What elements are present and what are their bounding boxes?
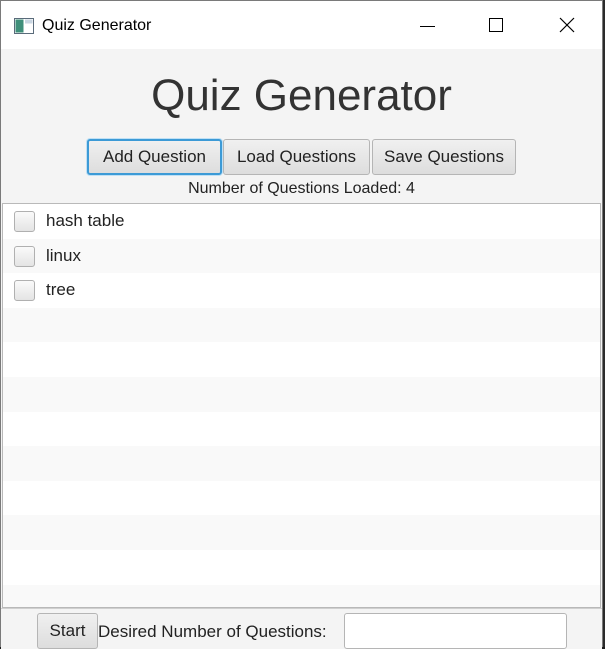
empty-list-row (3, 377, 600, 412)
empty-list-row (3, 342, 600, 377)
desired-questions-label: Desired Number of Questions: (98, 622, 327, 641)
minimize-icon (420, 26, 435, 27)
empty-list-row (3, 584, 600, 607)
topic-list[interactable]: hash table linux tree (2, 203, 601, 608)
list-item[interactable]: tree (3, 273, 600, 308)
topic-checkbox[interactable] (14, 245, 35, 267)
empty-list-row (3, 481, 600, 516)
add-question-button[interactable]: Add Question (87, 139, 222, 175)
empty-list-row (3, 307, 600, 343)
load-questions-button[interactable]: Load Questions (223, 139, 370, 175)
close-button[interactable] (544, 1, 590, 49)
save-questions-button[interactable]: Save Questions (372, 139, 516, 175)
minimize-button[interactable] (405, 1, 451, 49)
topic-label: linux (46, 245, 81, 265)
topic-checkbox[interactable] (14, 280, 35, 302)
list-item[interactable]: hash table (3, 204, 600, 239)
start-button[interactable]: Start (37, 613, 98, 649)
close-icon (559, 17, 575, 33)
main-content: Quiz Generator Add Question Load Questio… (1, 49, 602, 649)
topic-label: hash table (46, 211, 125, 230)
app-window-icon (14, 18, 34, 34)
empty-list-row (3, 446, 600, 481)
maximize-button[interactable] (473, 1, 519, 49)
topic-checkbox[interactable] (14, 211, 35, 232)
desired-questions-input[interactable] (344, 613, 567, 649)
empty-list-row (3, 515, 600, 550)
questions-loaded-count: Number of Questions Loaded: 4 (188, 180, 415, 197)
list-item[interactable]: linux (3, 238, 600, 274)
footer-bar: Start Desired Number of Questions: (1, 608, 602, 649)
empty-list-row (3, 550, 600, 585)
title-bar[interactable]: Quiz Generator (1, 1, 602, 49)
topic-label: tree (46, 280, 76, 300)
empty-list-row (3, 412, 600, 447)
app-window: Quiz Generator Quiz Generator Add Questi… (0, 0, 603, 649)
maximize-icon (489, 18, 503, 32)
page-title: Quiz Generator (151, 71, 452, 120)
window-title: Quiz Generator (42, 17, 152, 34)
